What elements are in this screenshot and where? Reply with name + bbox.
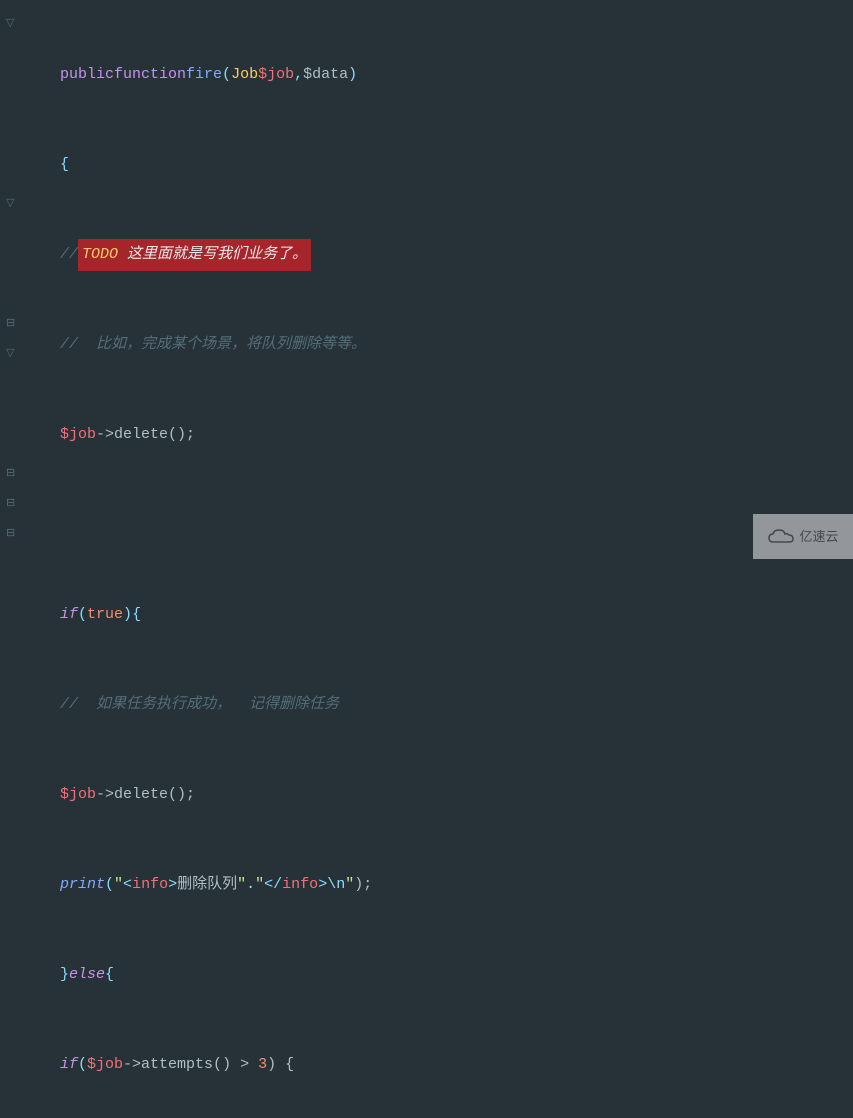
code-line: // 比如，完成某个场景，将队列删除等等。: [60, 330, 418, 360]
fold-icon[interactable]: ▽: [6, 339, 14, 369]
fold-icon[interactable]: ⊟: [6, 519, 15, 549]
code-line: // TODO 这里面就是写我们业务了。: [60, 240, 418, 270]
code-line: if (true) {: [60, 600, 418, 630]
code-line: $job->delete();: [60, 420, 418, 450]
code-line: public function fire(Job $job, $data): [60, 60, 418, 90]
fold-icon[interactable]: ▽: [6, 9, 14, 39]
cloud-icon: [767, 528, 795, 546]
code-line: $job->delete();: [60, 780, 418, 810]
watermark-text: 亿速云: [799, 522, 838, 552]
gutter: ▽ ▽ ⊟ ▽ ⊟ ⊟ ⊟: [0, 0, 26, 559]
fold-icon[interactable]: ▽: [6, 189, 14, 219]
code-line: print("<info>删除队列"."</info>\n");: [60, 870, 418, 900]
code-editor[interactable]: ▽ ▽ ⊟ ▽ ⊟ ⊟ ⊟ public function fire(Job $…: [0, 0, 853, 559]
fold-icon[interactable]: ⊟: [6, 489, 15, 519]
code-area[interactable]: public function fire(Job $job, $data) { …: [26, 0, 418, 559]
fold-icon[interactable]: ⊟: [6, 309, 15, 339]
code-line: {: [60, 150, 418, 180]
code-line: if ($job->attempts() > 3) {: [60, 1050, 418, 1080]
fold-icon[interactable]: ⊟: [6, 459, 15, 489]
code-line: [60, 510, 418, 540]
code-line: // 如果任务执行成功， 记得删除任务: [60, 690, 418, 720]
code-line: } else {: [60, 960, 418, 990]
watermark: 亿速云: [753, 514, 853, 559]
